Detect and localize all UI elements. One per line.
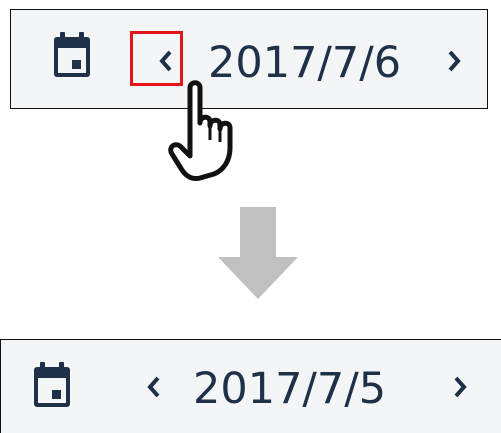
date-navigator-after: 2017/7/5 — [0, 339, 501, 433]
calendar-icon[interactable] — [53, 32, 91, 82]
next-day-button[interactable] — [445, 367, 475, 407]
hand-pointer-icon — [168, 68, 283, 187]
chevron-left-icon — [147, 376, 160, 398]
current-date-label: 2017/7/5 — [193, 364, 387, 414]
prev-day-button[interactable] — [139, 367, 169, 407]
chevron-right-icon — [454, 376, 467, 398]
next-day-button[interactable] — [439, 41, 469, 81]
arrow-down-icon — [218, 207, 298, 303]
calendar-icon[interactable] — [33, 362, 71, 412]
chevron-right-icon — [448, 50, 461, 72]
